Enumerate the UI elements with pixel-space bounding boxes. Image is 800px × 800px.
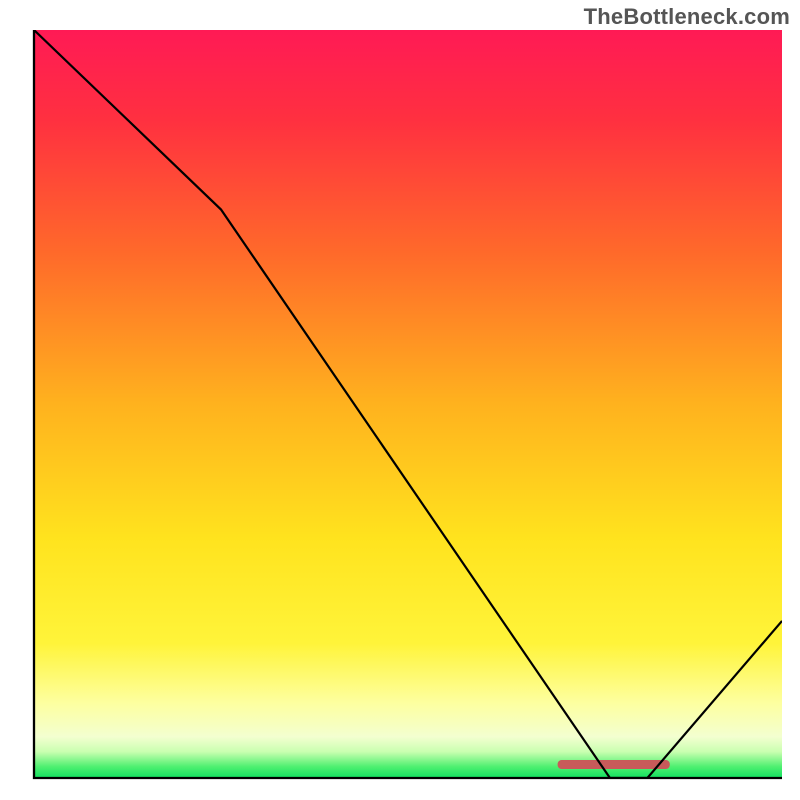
chart-container: TheBottleneck.com xyxy=(0,0,800,800)
gradient-background xyxy=(34,30,782,778)
bottleneck-chart xyxy=(0,0,800,800)
optimal-marker xyxy=(558,760,670,769)
watermark-text: TheBottleneck.com xyxy=(584,4,790,30)
